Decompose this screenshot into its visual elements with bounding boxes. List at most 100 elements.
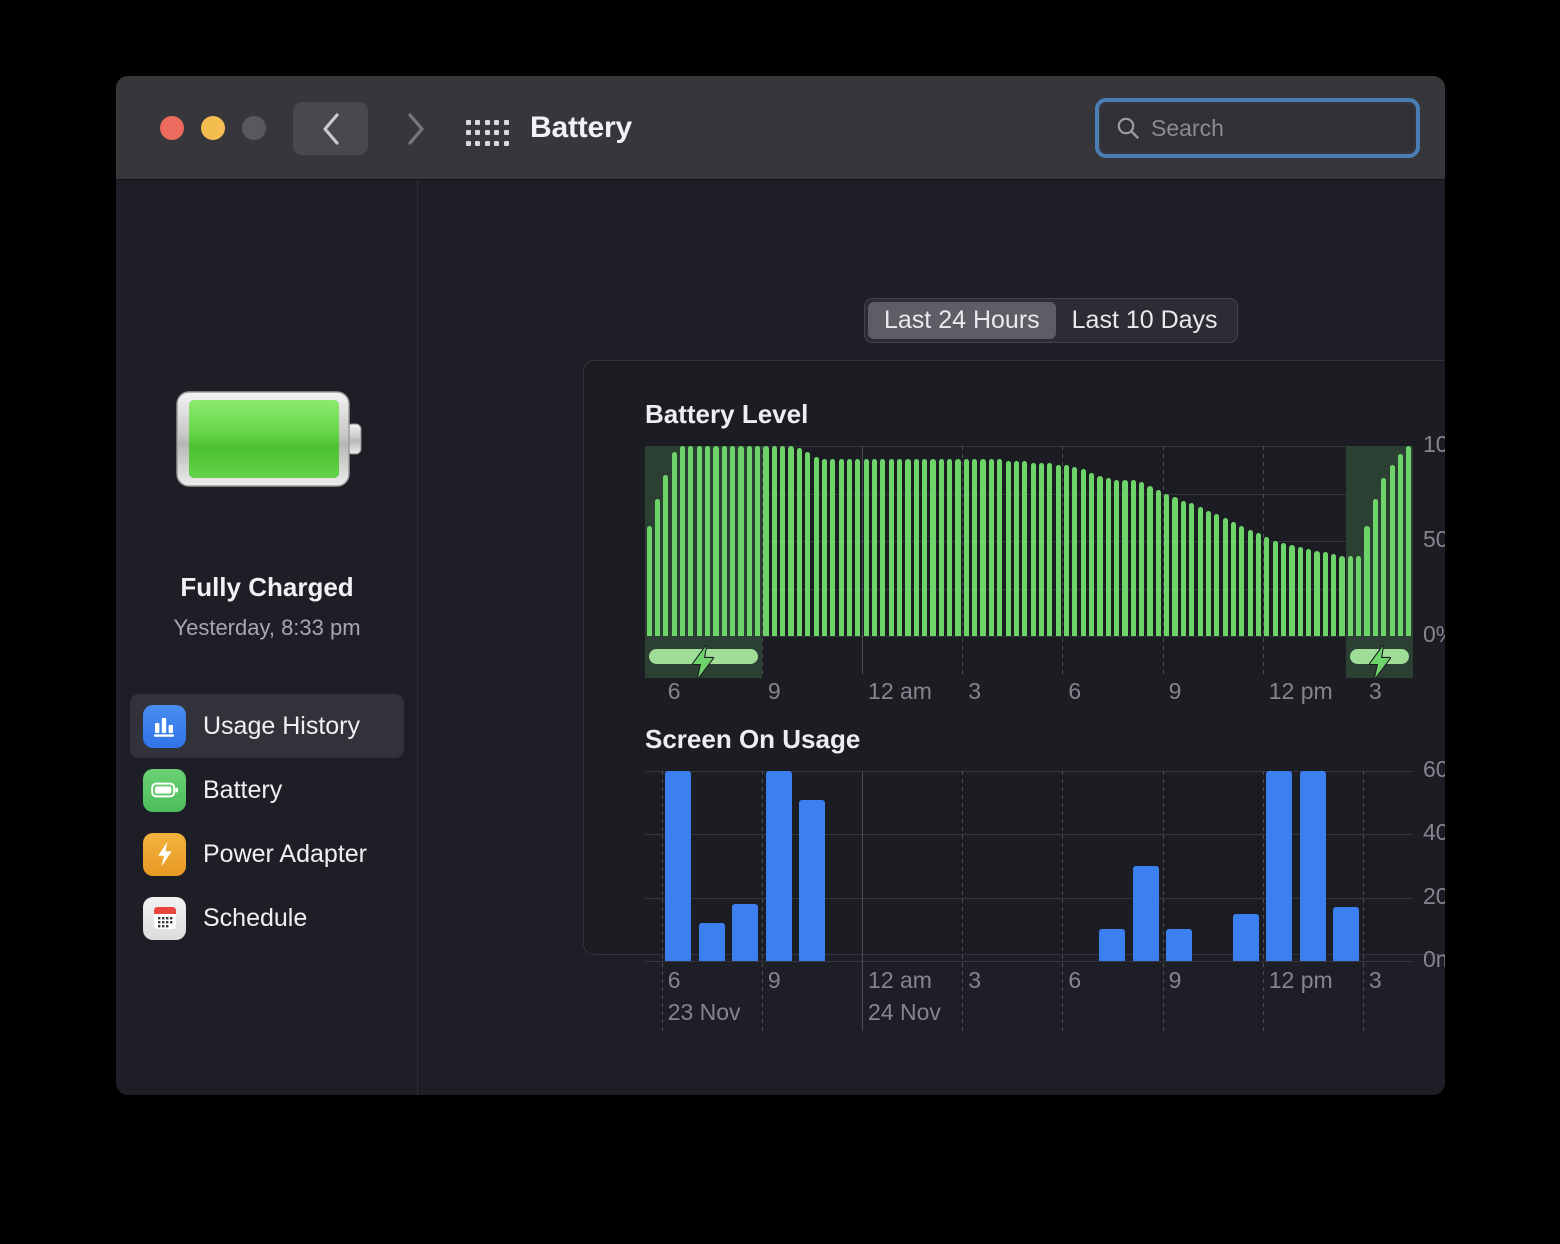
page-title: Battery: [530, 111, 632, 144]
usage-history-icon: [143, 704, 186, 748]
screen-on-usage-chart: 6 9 12 am 3 6 9 12 pm 3 23 Nov 24 Nov 60m 40m 20m 0m: [645, 756, 1445, 1031]
battery-level-bar: [1197, 506, 1203, 636]
battery-level-bar: [1097, 476, 1103, 636]
battery-level-bar: [1155, 489, 1161, 636]
battery-level-bar: [1189, 503, 1195, 636]
battery-level-bar: [1331, 554, 1337, 636]
y-axis-tick-label: 0%: [1423, 621, 1445, 647]
x-axis-tick-label: 9: [1168, 678, 1182, 704]
gridline-vertical: [862, 771, 864, 1031]
battery-level-bar: [746, 446, 752, 636]
traffic-lights: [160, 116, 266, 140]
battery-level-bar: [1164, 493, 1170, 636]
sidebar-item-usage-history[interactable]: Usage History: [130, 694, 404, 758]
battery-level-bar: [997, 459, 1003, 636]
x-axis-tick-label: 9: [767, 678, 781, 704]
gridline-vertical: [761, 771, 763, 1031]
time-range-segmented-control[interactable]: Last 24 Hours Last 10 Days: [864, 298, 1238, 343]
sidebar-list: Usage History Battery Power Adapter Sche…: [130, 694, 404, 950]
battery-level-bar: [1322, 552, 1328, 636]
battery-level-bar: [1055, 465, 1061, 636]
battery-level-bar: [1347, 556, 1353, 636]
x-axis-tick-label: 6: [1068, 967, 1082, 993]
sidebar-item-label: Battery: [203, 775, 283, 804]
battery-level-bar: [972, 459, 978, 636]
battery-level-bar: [738, 446, 744, 636]
battery-level-bar: [755, 446, 761, 636]
battery-level-bar: [721, 446, 727, 636]
battery-level-bar: [813, 457, 819, 636]
x-axis-date-label: 23 Nov: [667, 999, 741, 1025]
x-axis-tick-label: 3: [1368, 678, 1382, 704]
sidebar-item-label: Usage History: [203, 711, 360, 740]
x-axis-tick-label: 9: [767, 967, 781, 993]
sidebar-item-battery[interactable]: Battery: [130, 758, 404, 822]
screen-on-usage-chart-title: Screen On Usage: [645, 724, 861, 754]
gridline-vertical: [1162, 771, 1164, 1031]
battery-level-bar: [1139, 482, 1145, 636]
back-button[interactable]: [293, 102, 368, 155]
screen-on-usage-bar: [1099, 929, 1126, 961]
y-axis-tick-label: 50%: [1423, 526, 1445, 552]
search-box[interactable]: Search: [1101, 104, 1414, 152]
battery-level-bar: [1038, 463, 1045, 636]
sidebar-item-schedule[interactable]: Schedule: [130, 886, 404, 950]
minimize-button[interactable]: [201, 116, 225, 140]
battery-level-bar: [1239, 525, 1245, 636]
x-axis-tick-label: 12 am: [868, 967, 932, 993]
battery-level-bar: [1089, 472, 1095, 636]
battery-status-subtitle: Yesterday, 8:33 pm: [173, 615, 361, 640]
sidebar-item-label: Schedule: [203, 903, 308, 932]
search-icon: [1117, 117, 1139, 139]
battery-level-bar: [963, 459, 969, 636]
sidebar-item-label: Power Adapter: [203, 839, 367, 868]
screen-on-usage-bar: [1333, 907, 1360, 961]
battery-level-bar: [763, 446, 769, 636]
battery-level-bar: [805, 451, 811, 636]
screen-on-usage-bar: [698, 923, 725, 961]
zoom-button: [242, 116, 266, 140]
battery-level-bar: [988, 459, 995, 636]
screen-on-usage-bar: [732, 904, 759, 961]
battery-level-bar: [888, 459, 894, 636]
battery-level-chart-title: Battery Level: [645, 399, 809, 429]
show-all-icon[interactable]: [466, 120, 510, 148]
battery-level-bar: [880, 459, 886, 636]
close-button[interactable]: [160, 116, 184, 140]
screen-on-usage-bar: [798, 799, 825, 961]
battery-level-bar: [688, 446, 694, 636]
search-field[interactable]: Search: [1095, 98, 1420, 158]
tab-last-24-hours[interactable]: Last 24 Hours: [868, 302, 1056, 339]
battery-level-bar: [696, 446, 702, 636]
sidebar: Fully Charged Yesterday, 8:33 pm Usage H…: [116, 180, 418, 1095]
battery-level-bar: [1222, 518, 1228, 636]
charging-bolt-icon: [1368, 645, 1391, 679]
back-chevron-icon: [293, 102, 368, 155]
x-axis-tick-label: 12 am: [868, 678, 932, 704]
battery-level-bar: [780, 446, 786, 636]
battery-level-bar: [1381, 478, 1387, 636]
battery-level-bar: [1172, 497, 1178, 636]
battery-level-bar: [1306, 548, 1312, 636]
battery-level-bar: [663, 474, 669, 636]
gridline-horizontal: [645, 771, 1413, 772]
battery-level-bar: [1063, 465, 1070, 636]
battery-level-bar: [863, 459, 869, 636]
battery-level-bar: [1022, 461, 1028, 636]
x-axis-tick-label: 6: [667, 967, 681, 993]
screen-on-usage-bar: [1233, 913, 1260, 961]
battery-status-title: Fully Charged: [180, 572, 354, 602]
battery-full-icon: [176, 391, 362, 487]
battery-level-bar: [922, 459, 928, 636]
tab-last-10-days[interactable]: Last 10 Days: [1056, 302, 1234, 339]
battery-level-bar: [1005, 461, 1011, 636]
battery-level-bar: [1147, 485, 1153, 636]
battery-level-bar: [1281, 542, 1287, 636]
battery-level-bar: [671, 451, 677, 636]
sidebar-item-power-adapter[interactable]: Power Adapter: [130, 822, 404, 886]
gridline-vertical: [661, 771, 663, 1031]
x-axis-tick-label: 9: [1168, 967, 1182, 993]
forward-button[interactable]: [378, 102, 453, 155]
battery-level-bar: [705, 446, 711, 636]
gridline-vertical: [1062, 771, 1064, 1031]
